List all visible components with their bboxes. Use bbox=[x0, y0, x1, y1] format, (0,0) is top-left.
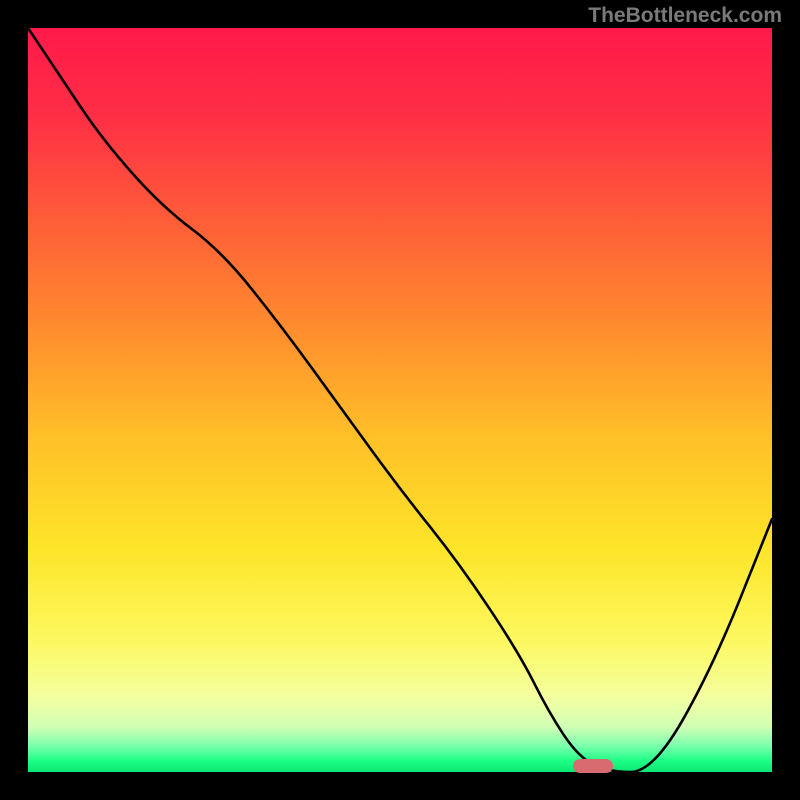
bottleneck-curve bbox=[28, 28, 772, 772]
optimal-marker bbox=[573, 759, 613, 773]
watermark-text: TheBottleneck.com bbox=[588, 4, 782, 28]
bottleneck-curve-path bbox=[28, 28, 772, 772]
plot-area bbox=[28, 28, 772, 772]
